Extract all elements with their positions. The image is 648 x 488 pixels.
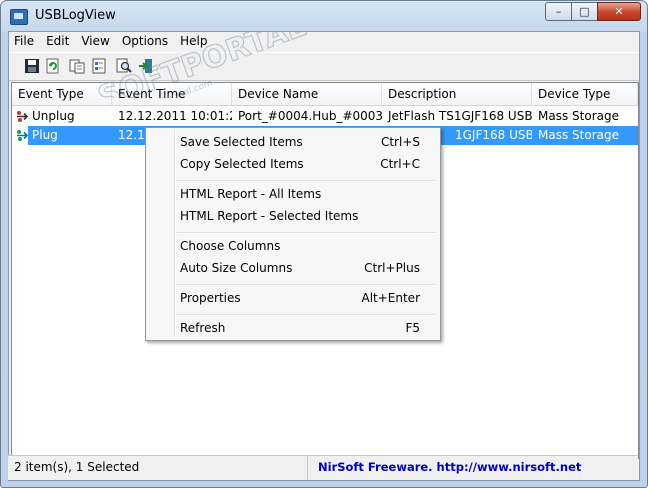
menu-bar: File Edit View Options Help [9,32,639,51]
column-header-description[interactable]: Description [382,83,532,105]
menu-item-label: Copy Selected Items [180,157,304,171]
menu-item-shortcut: Ctrl+Plus [364,261,420,275]
menu-file[interactable]: File [9,32,41,51]
menu-item-label: Refresh [180,321,226,335]
cell-device-type: Mass Storage [538,109,619,123]
menu-item-refresh[interactable]: Refresh F5 [148,317,438,339]
menu-item-label: Auto Size Columns [180,261,293,275]
menu-item-html-report-all[interactable]: HTML Report - All Items [148,183,438,205]
column-header-device-type[interactable]: Device Type [532,83,638,105]
menu-item-shortcut: Ctrl+S [380,135,420,149]
menu-item-shortcut: Alt+Enter [361,291,420,305]
window-title: USBLogView [35,8,116,23]
menu-item-label: HTML Report - Selected Items [180,209,359,223]
menu-separator [177,284,436,286]
cell-event-type: Plug [32,128,58,142]
caption-buttons: – □ ✕ [545,2,641,21]
menu-item-label: HTML Report - All Items [180,187,322,201]
menu-item-copy-selected[interactable]: Copy Selected Items Ctrl+C [148,153,438,175]
menu-item-label: Choose Columns [180,239,281,253]
menu-separator [177,180,436,182]
menu-item-save-selected[interactable]: Save Selected Items Ctrl+S [148,131,438,153]
menu-view[interactable]: View [76,32,116,51]
find-icon[interactable] [115,57,133,75]
refresh-icon[interactable] [44,57,62,75]
menu-separator [177,314,436,316]
title-bar[interactable]: USBLogView – □ ✕ [1,1,647,31]
menu-options[interactable]: Options [117,32,175,51]
cell-device-name: Port_#0004.Hub_#0003 [238,109,382,123]
menu-item-shortcut: Ctrl+C [380,157,420,171]
context-menu: Save Selected Items Ctrl+S Copy Selected… [145,127,441,341]
menu-separator [177,232,436,234]
menu-item-html-report-selected[interactable]: HTML Report - Selected Items [148,205,438,227]
menu-item-label: Properties [180,291,241,305]
cell-event-type: Unplug [32,109,75,123]
menu-edit[interactable]: Edit [41,32,76,51]
status-bar: 2 item(s), 1 Selected NirSoft Freeware. … [8,455,638,480]
app-icon [10,9,28,25]
menu-help[interactable]: Help [175,32,214,51]
cell-event-time: 12.12.2011 10:01:26 [118,109,232,123]
save-icon[interactable] [23,57,41,75]
list-header: Event Type Event Time Device Name Descri… [12,83,638,106]
minimize-button[interactable]: – [545,2,572,21]
close-button[interactable]: ✕ [597,2,641,21]
menu-item-label: Save Selected Items [180,135,303,149]
cell-description: 1GJF168 USB ... [455,128,532,142]
menu-item-properties[interactable]: Properties Alt+Enter [148,287,438,309]
exit-icon[interactable] [137,57,155,75]
column-header-event-type[interactable]: Event Type [12,83,112,105]
status-item-count: 2 item(s), 1 Selected [8,456,308,480]
menu-item-shortcut: F5 [405,321,420,335]
cell-device-type: Mass Storage [538,128,619,142]
status-nirsoft-link[interactable]: NirSoft Freeware. http://www.nirsoft.net [318,456,581,480]
table-row[interactable]: Unplug 12.12.2011 10:01:26 Port_#0004.Hu… [12,107,638,126]
copy-icon[interactable] [68,57,86,75]
menu-item-choose-columns[interactable]: Choose Columns [148,235,438,257]
properties-icon[interactable] [90,57,108,75]
maximize-button[interactable]: □ [571,2,598,21]
column-header-device-name[interactable]: Device Name [232,83,382,105]
column-header-event-time[interactable]: Event Time [112,83,232,105]
cell-description: JetFlash TS1GJF168 USB ... [388,109,532,123]
menu-item-auto-size-columns[interactable]: Auto Size Columns Ctrl+Plus [148,257,438,279]
toolbar [9,52,639,81]
